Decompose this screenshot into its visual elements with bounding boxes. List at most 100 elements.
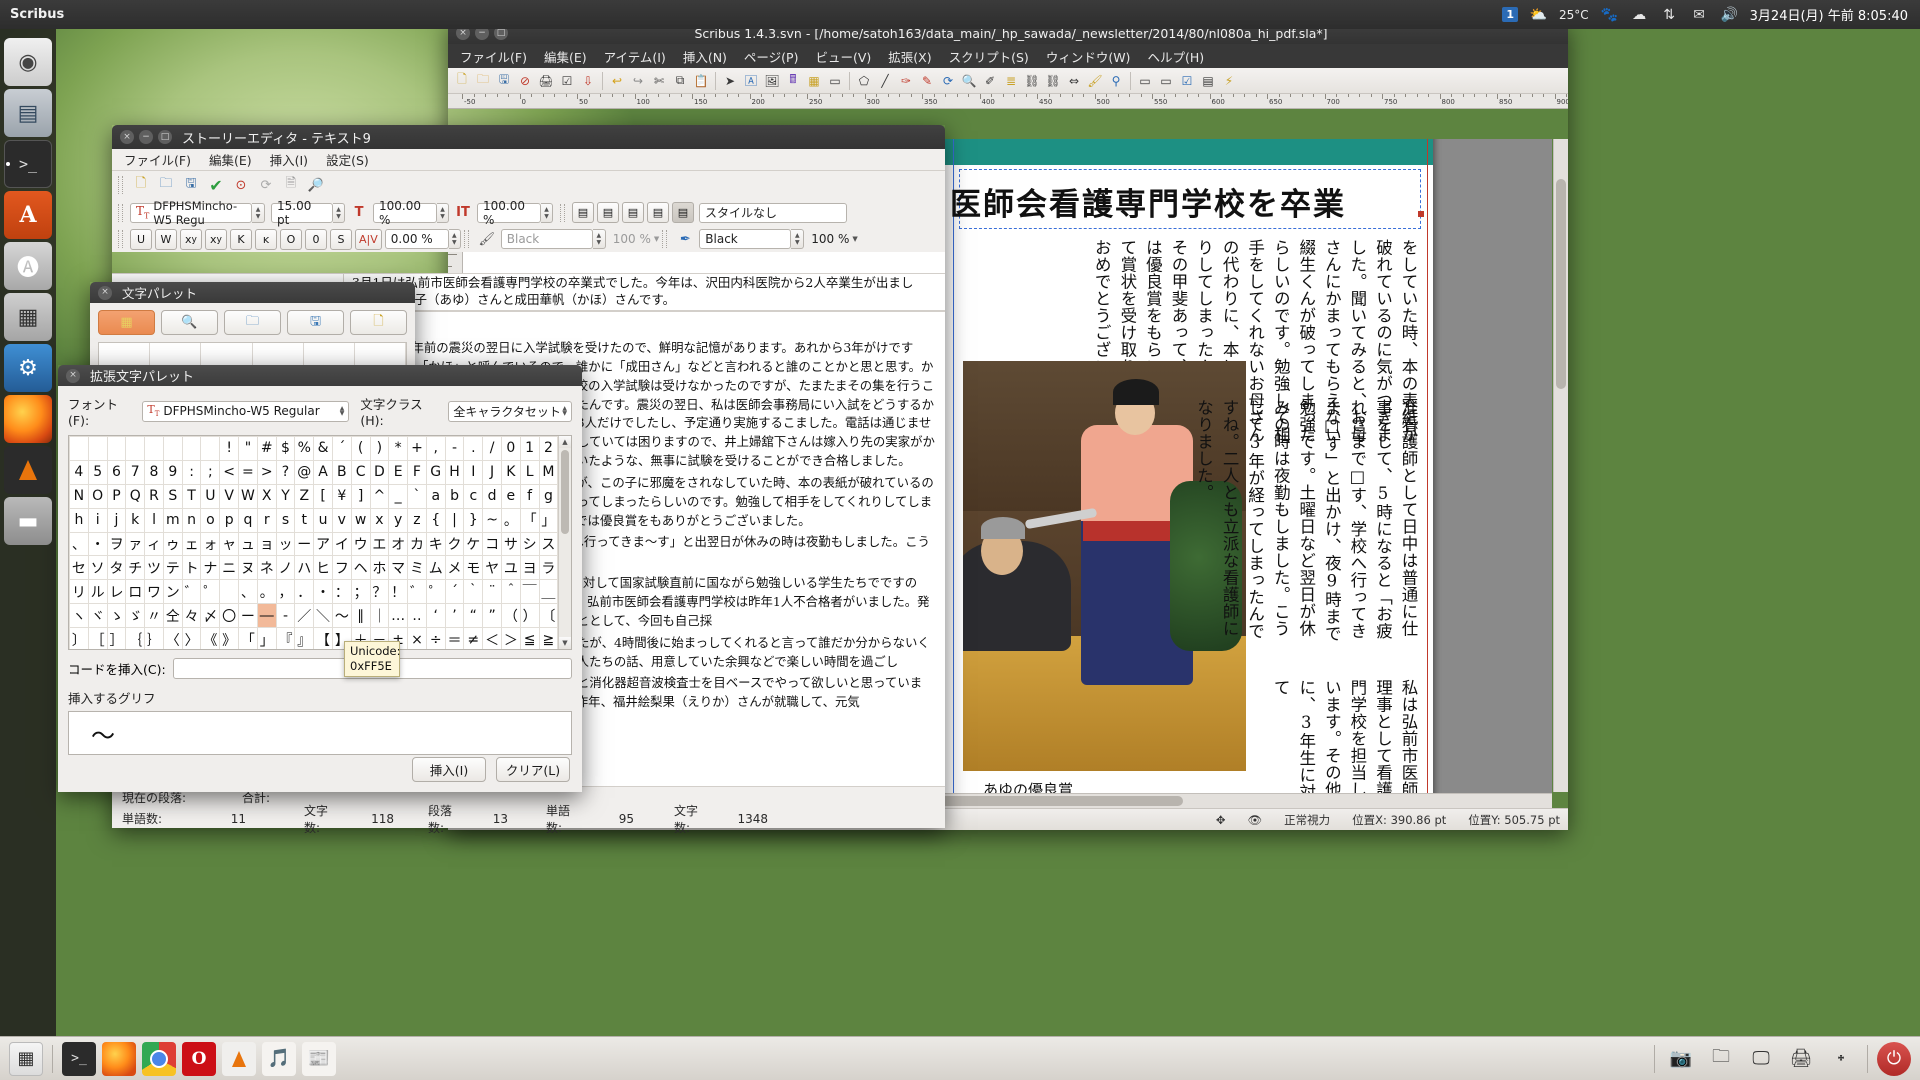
underline-button[interactable]: U [130, 228, 152, 250]
font-size-spinner[interactable]: ▲ ▼ [333, 202, 345, 223]
glyph-cell[interactable]: 〆 [200, 603, 221, 629]
glyph-cell[interactable]: 1 [519, 436, 540, 461]
glyph-cell[interactable]: p [219, 507, 240, 533]
sync-icon[interactable]: ⇅ [1660, 5, 1679, 24]
glyph-cell[interactable]: シ [519, 531, 540, 557]
glyph-cell[interactable]: 〃 [144, 603, 164, 629]
glyph-cell[interactable]: L [519, 459, 540, 485]
glyph-cell[interactable]: ゛ [181, 579, 202, 605]
glyph-cell[interactable]: ラ [538, 555, 559, 581]
glyph-cell[interactable]: Q [125, 483, 146, 509]
reload-icon[interactable]: ⟳ [255, 174, 277, 196]
tracking-input[interactable]: 0.00 % [384, 229, 449, 249]
glyph-cell[interactable]: ‥ [407, 603, 427, 629]
stroke-color-arrow-icon[interactable]: ▲ ▼ [791, 229, 805, 249]
glyph-cell[interactable]: R [144, 483, 164, 509]
glyph-cell[interactable]: チ [125, 555, 146, 581]
glyph-cell[interactable]: ン [162, 579, 183, 605]
glyph-cell[interactable]: k [125, 507, 146, 533]
glyph-cell[interactable]: ! [219, 436, 240, 461]
glyph-cell[interactable]: ア [313, 531, 333, 557]
glyph-grid-scrollbar[interactable]: ▲ ▼ [558, 436, 571, 649]
glyph-cell[interactable]: 5 [87, 459, 108, 485]
new-document-icon[interactable]: 🗋 [452, 71, 472, 91]
glyph-cell[interactable]: - [444, 436, 465, 461]
folder-icon[interactable]: 🗀 [1704, 1042, 1738, 1076]
outline-button[interactable]: O [280, 228, 302, 250]
glyph-cell[interactable]: ÷ [425, 627, 446, 649]
glyph-cell[interactable]: A [313, 459, 333, 485]
glyph-cell[interactable]: ャ [219, 531, 240, 557]
zoom-icon[interactable]: 🔍 [959, 71, 979, 91]
glyph-cell[interactable]: 7 [125, 459, 146, 485]
align-justify-button[interactable]: ▤ [647, 202, 669, 223]
glyph-cell[interactable]: ゞ [125, 603, 146, 629]
glyph-cell[interactable]: ユ [500, 555, 521, 581]
story-editor-icon[interactable]: ≣ [1001, 71, 1021, 91]
glyph-cell[interactable]: メ [444, 555, 465, 581]
glyph-cell[interactable]: ‐ [275, 603, 296, 629]
glyph-cell[interactable]: ” [482, 603, 502, 629]
copy-properties-icon[interactable]: 🖌 [1085, 71, 1105, 91]
story-editor-titlebar[interactable]: × − □ ストーリーエディタ - テキスト9 [112, 125, 945, 149]
glyph-cell[interactable]: _ [388, 483, 409, 509]
glyph-cell[interactable]: ， [275, 579, 296, 605]
glyph-cell[interactable]: H [444, 459, 465, 485]
glyph-cell[interactable]: ／ [294, 603, 315, 629]
search-icon[interactable]: 🔍 [161, 310, 218, 335]
glyph-cell[interactable]: / [482, 436, 502, 461]
taskbar-vlc-icon[interactable] [222, 1041, 256, 1076]
glyph-cell[interactable]: d [482, 483, 502, 509]
stroke-shade-arrow-icon[interactable]: ▼ [852, 235, 857, 243]
glyph-cell[interactable]: I [463, 459, 484, 485]
fill-shade-value[interactable]: 100 % [613, 232, 651, 246]
close-document-icon[interactable]: ⊘ [515, 71, 535, 91]
glyph-cell[interactable]: J [482, 459, 502, 485]
glyph-cell[interactable]: @ [294, 459, 315, 485]
line-icon[interactable]: ╱ [875, 71, 895, 91]
glyph-cell[interactable]: ≠ [463, 627, 484, 649]
glyph-cell[interactable]: Z [294, 483, 315, 509]
glyph-cell[interactable]: ェ [181, 531, 202, 557]
keyboard-indicator-icon[interactable]: 1 [1502, 7, 1518, 22]
glyph-cell[interactable]: ＾ [500, 579, 521, 605]
glyph-cell[interactable]: 9 [162, 459, 183, 485]
glyph-cell[interactable]: F [407, 459, 427, 485]
align-forced-button[interactable]: ▤ [672, 202, 694, 223]
glyph-cell[interactable]: ＞ [500, 627, 521, 649]
font-size-input[interactable]: 15.00 pt [271, 199, 333, 227]
glyph-cell[interactable]: ョ [256, 531, 277, 557]
glyph-cell[interactable]: ウ [350, 531, 371, 557]
glyph-cell[interactable]: S [162, 483, 183, 509]
glyph-cell[interactable]: ^ [369, 483, 390, 509]
glyph-cell[interactable]: y [388, 507, 409, 533]
glyph-cell[interactable] [219, 579, 240, 605]
glyph-cell[interactable]: ‘ [425, 603, 446, 629]
glyph-cell[interactable]: ヽ [69, 603, 89, 629]
glyph-cell[interactable]: ル [87, 579, 108, 605]
glyph-cell[interactable]: ォ [200, 531, 221, 557]
glyph-table-icon[interactable]: ▦ [98, 310, 155, 335]
glyph-cell[interactable]: ［ [87, 627, 108, 649]
glyph-cell[interactable]: T [181, 483, 202, 509]
glyph-cell[interactable]: f [519, 483, 540, 509]
font-select[interactable]: TT DFPHSMincho-W5 Regular ▲ ▼ [142, 400, 350, 422]
glyph-cell[interactable]: z [407, 507, 427, 533]
tracking-spinner[interactable]: ▲ ▼ [448, 229, 461, 249]
paste-icon[interactable]: 📋 [691, 71, 711, 91]
menu-item[interactable]: アイテム(I) [604, 47, 666, 66]
se-menu-file[interactable]: ファイル(F) [124, 150, 191, 169]
glyph-cell[interactable]: n [181, 507, 202, 533]
glyph-cell[interactable]: C [350, 459, 371, 485]
glyph-cell[interactable]: P [106, 483, 127, 509]
glyph-cell[interactable]: q [238, 507, 258, 533]
glyph-cell[interactable] [106, 436, 127, 461]
scroll-up-icon[interactable]: ▲ [559, 436, 571, 448]
page-heading[interactable]: 医師会看護専門学校を卒業 [950, 179, 1420, 224]
glyph-cell[interactable]: テ [162, 555, 183, 581]
glyph-cell[interactable]: ゝ [106, 603, 127, 629]
glyph-cell[interactable]: ・ [313, 579, 333, 605]
glyph-cell[interactable]: タ [106, 555, 127, 581]
image-frame-icon[interactable]: 🖼 [762, 71, 782, 91]
link-text-frames-icon[interactable]: ⛓ [1022, 71, 1042, 91]
